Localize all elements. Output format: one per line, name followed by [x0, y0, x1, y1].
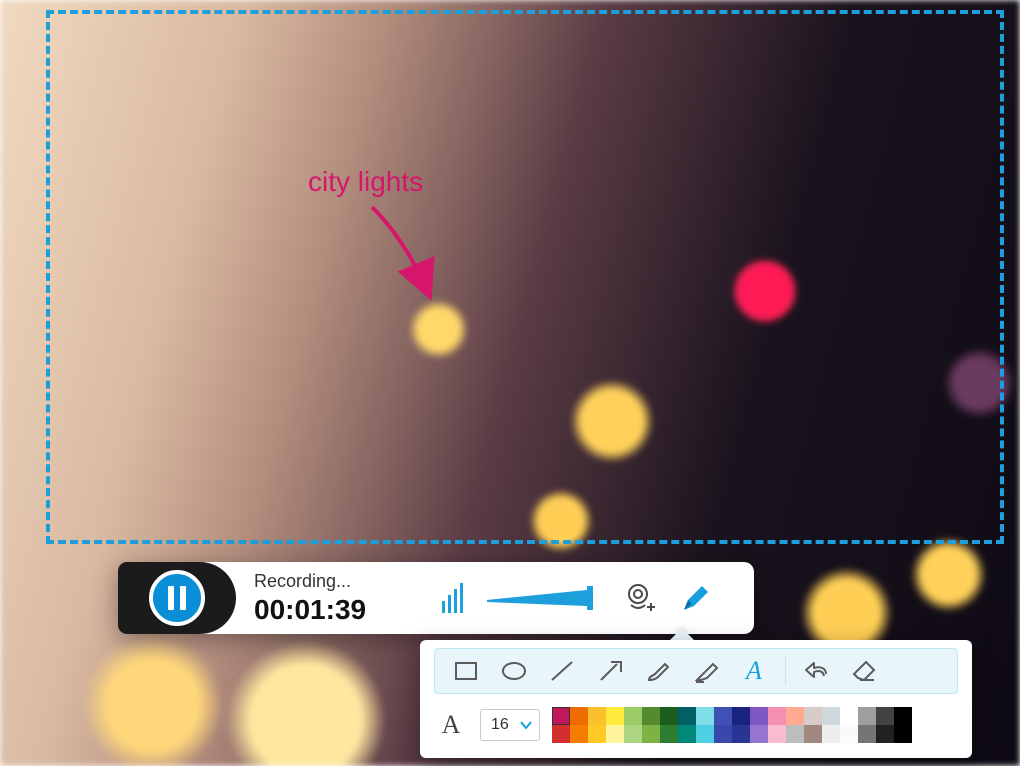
color-swatch[interactable] — [894, 707, 912, 725]
webcam-toggle-button[interactable] — [612, 570, 668, 626]
annotation-tool-row: A — [434, 648, 958, 694]
text-tool-button[interactable]: A — [731, 651, 777, 691]
text-icon: A — [739, 656, 769, 686]
color-swatch[interactable] — [804, 707, 822, 725]
color-swatch[interactable] — [858, 707, 876, 725]
svg-text:A: A — [744, 656, 762, 685]
brush-tool-button[interactable] — [635, 651, 681, 691]
arrow-icon — [595, 656, 625, 686]
recording-status: Recording... 00:01:39 — [254, 571, 414, 626]
annotation-tool-panel: A A 16 — [420, 640, 972, 758]
webcam-icon — [623, 581, 657, 615]
rectangle-tool-button[interactable] — [443, 651, 489, 691]
color-swatch[interactable] — [624, 725, 642, 743]
volume-slider[interactable] — [482, 570, 612, 626]
volume-slider-icon — [487, 586, 607, 610]
recording-toolbar: Recording... 00:01:39 — [118, 562, 754, 634]
color-swatch[interactable] — [678, 725, 696, 743]
color-swatch[interactable] — [858, 725, 876, 743]
font-size-value: 16 — [491, 716, 509, 734]
color-swatch[interactable] — [876, 725, 894, 743]
brush-icon — [643, 656, 673, 686]
color-swatch[interactable] — [714, 707, 732, 725]
color-swatch[interactable] — [570, 707, 588, 725]
color-swatch[interactable] — [822, 707, 840, 725]
color-swatch[interactable] — [768, 725, 786, 743]
ellipse-icon — [499, 656, 529, 686]
arrow-tool-button[interactable] — [587, 651, 633, 691]
color-swatch[interactable] — [696, 725, 714, 743]
rectangle-icon — [451, 656, 481, 686]
font-size-select[interactable]: 16 — [480, 709, 540, 741]
audio-meter-button[interactable] — [426, 570, 482, 626]
line-icon — [547, 656, 577, 686]
pencil-icon — [680, 582, 712, 614]
color-swatch[interactable] — [768, 707, 786, 725]
color-swatch[interactable] — [660, 707, 678, 725]
highlighter-icon — [691, 656, 721, 686]
undo-icon — [802, 656, 832, 686]
highlighter-tool-button[interactable] — [683, 651, 729, 691]
font-size-glyph: A — [434, 710, 468, 740]
color-swatch[interactable] — [840, 707, 858, 725]
color-swatch[interactable] — [876, 707, 894, 725]
color-swatch[interactable] — [786, 707, 804, 725]
color-swatch[interactable] — [750, 707, 768, 725]
line-tool-button[interactable] — [539, 651, 585, 691]
eraser-icon — [850, 656, 880, 686]
color-swatch[interactable] — [804, 725, 822, 743]
color-swatch[interactable] — [732, 707, 750, 725]
color-swatch-grid — [552, 707, 912, 743]
separator — [785, 656, 786, 686]
color-swatch[interactable] — [732, 725, 750, 743]
pause-button[interactable] — [149, 570, 205, 626]
annotation-text[interactable]: city lights — [308, 166, 423, 198]
color-swatch[interactable] — [696, 707, 714, 725]
color-swatch[interactable] — [750, 725, 768, 743]
color-swatch[interactable] — [588, 707, 606, 725]
color-swatch[interactable] — [606, 707, 624, 725]
recording-control-pill — [118, 562, 236, 634]
recording-status-label: Recording... — [254, 571, 414, 592]
annotation-options-row: A 16 — [434, 704, 958, 746]
pause-icon — [168, 586, 186, 610]
color-swatch[interactable] — [660, 725, 678, 743]
draw-tool-button[interactable] — [668, 570, 724, 626]
color-swatch[interactable] — [822, 725, 840, 743]
audio-meter-icon — [440, 581, 468, 615]
color-swatch[interactable] — [606, 725, 624, 743]
color-swatch[interactable] — [552, 707, 570, 725]
color-swatch[interactable] — [570, 725, 588, 743]
color-swatch[interactable] — [786, 725, 804, 743]
chevron-down-icon — [519, 718, 533, 732]
eraser-button[interactable] — [842, 651, 888, 691]
undo-button[interactable] — [794, 651, 840, 691]
color-swatch[interactable] — [588, 725, 606, 743]
color-swatch[interactable] — [624, 707, 642, 725]
color-swatch[interactable] — [642, 707, 660, 725]
color-swatch[interactable] — [840, 725, 858, 743]
ellipse-tool-button[interactable] — [491, 651, 537, 691]
recording-elapsed-time: 00:01:39 — [254, 594, 414, 626]
color-swatch[interactable] — [552, 725, 570, 743]
color-swatch[interactable] — [678, 707, 696, 725]
color-swatch[interactable] — [714, 725, 732, 743]
color-swatch[interactable] — [894, 725, 912, 743]
color-swatch[interactable] — [642, 725, 660, 743]
